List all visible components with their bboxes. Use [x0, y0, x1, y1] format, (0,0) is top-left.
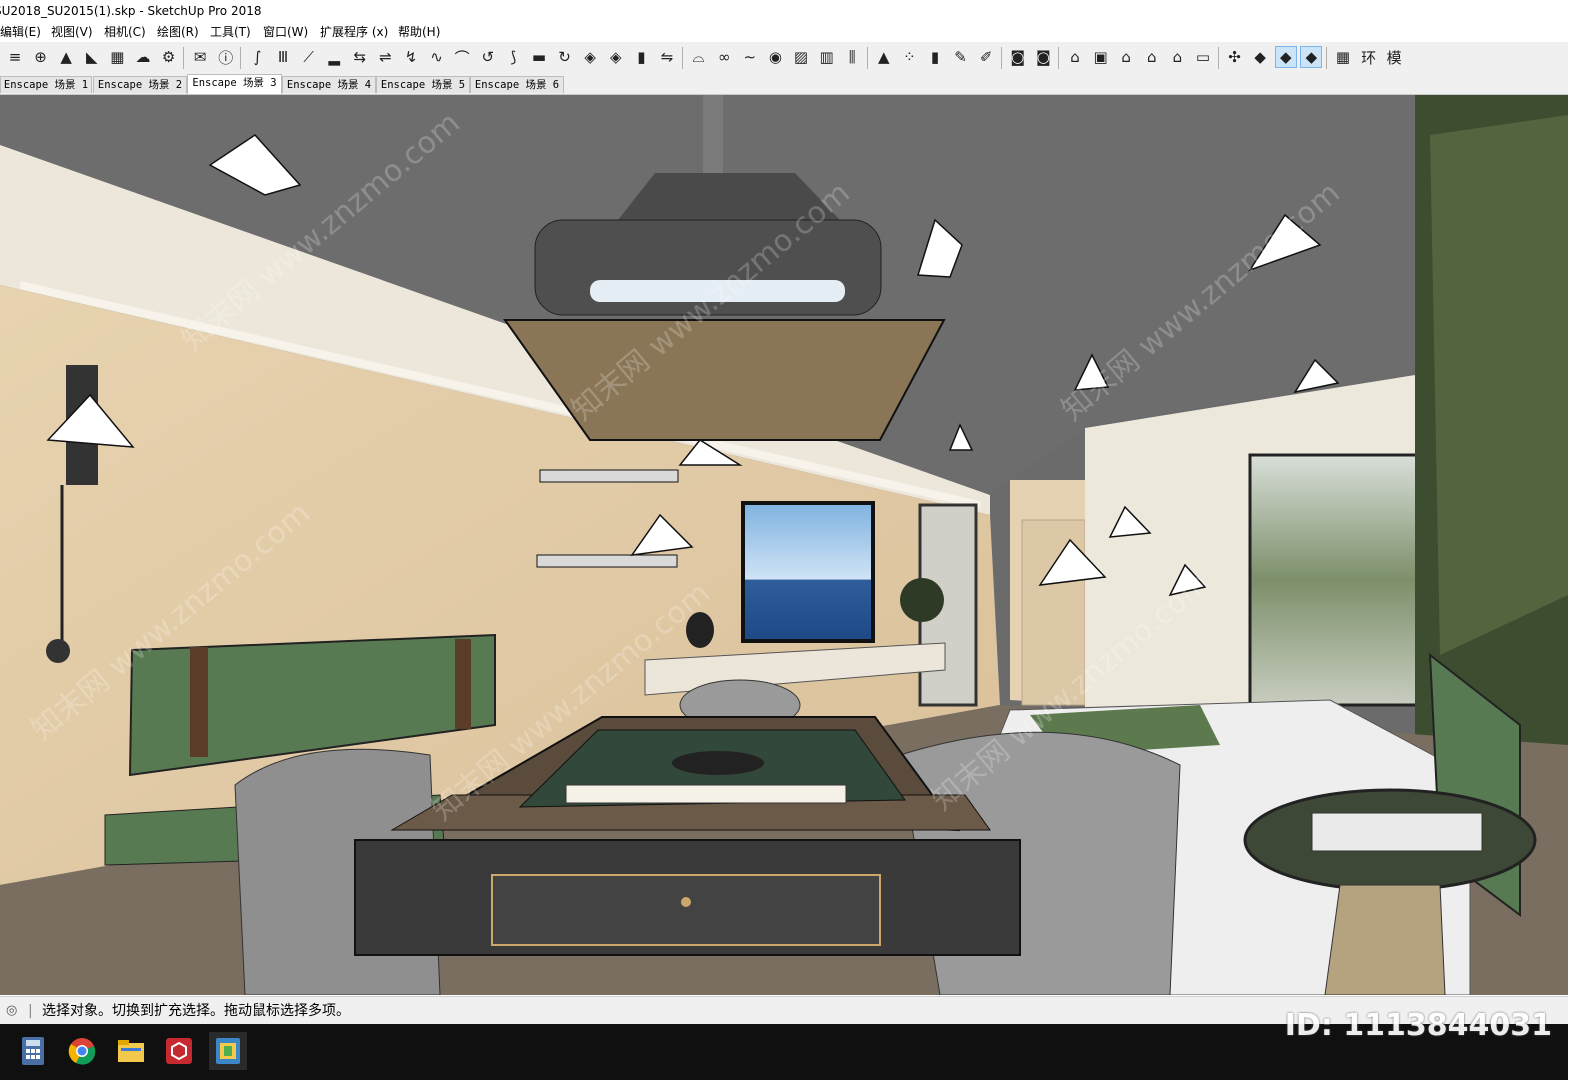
cube-select-icon[interactable]: ◆ [1274, 46, 1297, 68]
arch-icon[interactable]: ⌓ [688, 46, 710, 68]
toolbar-separator [240, 47, 242, 69]
column-icon[interactable]: Ⅲ [272, 46, 294, 68]
cube-move-icon[interactable]: ◆ [1300, 46, 1323, 68]
render-settings-icon[interactable]: ◙ [1032, 46, 1054, 68]
flip-icon[interactable]: ⇋ [656, 46, 678, 68]
menu-extensions[interactable]: 扩展程序 (x) [320, 22, 388, 42]
colonnade-icon[interactable]: ⫼ [841, 46, 863, 68]
toolbar-separator [1326, 47, 1327, 69]
model-icon[interactable]: 模 [1383, 46, 1405, 68]
add-circle-icon[interactable]: ⊕ [30, 46, 52, 68]
house-front-icon[interactable]: ⌂ [1064, 46, 1086, 68]
checker-material-icon[interactable]: ▦ [106, 46, 128, 68]
render-icon[interactable]: ◙ [1007, 46, 1029, 68]
hatch-icon[interactable]: ▨ [790, 46, 812, 68]
swap-icon[interactable]: ⇆ [349, 46, 371, 68]
home-outline-icon[interactable]: ⌂ [1166, 46, 1188, 68]
toolbar-separator [1058, 47, 1059, 69]
title-bar: SU2018_SU2015(1).skp - SketchUp Pro 2018 [0, 0, 1568, 22]
menu-draw[interactable]: 绘图(R) [157, 22, 199, 42]
info-icon[interactable]: ⓘ [215, 46, 237, 68]
status-info-icon[interactable]: ◎ [6, 997, 17, 1025]
path-icon[interactable]: ⟆ [502, 46, 524, 68]
brush-icon[interactable]: ✐ [975, 46, 997, 68]
gear-icon[interactable]: ⚙ [158, 46, 180, 68]
book-icon[interactable]: ▮ [924, 46, 946, 68]
toolbar-separator [1217, 47, 1219, 69]
stairs-icon[interactable]: ⟋ [298, 46, 320, 68]
tab-scene-3[interactable]: Enscape 场景 3 [187, 74, 282, 94]
chrome-icon[interactable] [63, 1032, 101, 1070]
menu-camera[interactable]: 相机(C) [104, 22, 146, 42]
tube-icon[interactable]: ▬ [528, 46, 550, 68]
layer-stack-icon[interactable]: ≡ [4, 46, 26, 68]
arc-icon[interactable]: ⌒ [451, 46, 473, 68]
loop-icon[interactable]: ↺ [477, 46, 499, 68]
landscape-icon[interactable]: ◣ [81, 46, 103, 68]
box-icon[interactable]: ▣ [1090, 46, 1112, 68]
menu-help[interactable]: 帮助(H) [398, 22, 440, 42]
tab-scene-4[interactable]: Enscape 场景 4 [282, 76, 376, 93]
door-icon[interactable]: ▮ [630, 46, 652, 68]
bar-steps-icon[interactable]: ▂ [323, 46, 345, 68]
tab-scene-6[interactable]: Enscape 场景 6 [470, 76, 564, 93]
cloud-upload-icon[interactable]: ☁ [132, 46, 154, 68]
menu-tools[interactable]: 工具(T) [210, 22, 251, 42]
tab-scene-1[interactable]: Enscape 场景 1 [0, 76, 92, 93]
curve-icon[interactable]: ↯ [400, 46, 422, 68]
mail-icon[interactable]: ✉ [189, 46, 211, 68]
chain-icon[interactable]: ∞ [713, 46, 735, 68]
app-icon[interactable] [209, 1032, 247, 1070]
cube-blue-icon[interactable]: ◆ [1249, 46, 1271, 68]
toolbar-separator [183, 47, 185, 69]
rotate-icon[interactable]: ↻ [554, 46, 576, 68]
triangle-icon[interactable]: ▲ [873, 46, 895, 68]
tab-scene-5[interactable]: Enscape 场景 5 [376, 76, 470, 93]
toolbar-separator [866, 47, 868, 69]
garage-icon[interactable]: ▭ [1192, 46, 1214, 68]
menu-edit[interactable]: 编辑(E) [0, 22, 41, 42]
line-sweep-icon[interactable]: ⇌ [374, 46, 396, 68]
toolbar-separator [681, 47, 683, 69]
tab-scene-2[interactable]: Enscape 场景 2 [93, 76, 187, 93]
scene-tabs: Enscape 场景 1 Enscape 场景 2 Enscape 场景 3 E… [0, 74, 1568, 95]
menu-window[interactable]: 窗口(W) [263, 22, 308, 42]
toolbar-separator [1000, 47, 1002, 69]
fence-icon[interactable]: ▥ [816, 46, 838, 68]
table-icon[interactable]: ▦ [1332, 46, 1354, 68]
toolbar: ≡ ⊕ ▲ ◣ ▦ ☁ ⚙ ✉ ⓘ ∫ Ⅲ ⟋ ▂ ⇆ ⇌ ↯ ∿ ⌒ ↺ ⟆ ▬ ↻ ◈ ◈ ▮ ⇋ ⌓ ∞ ∼ ◉ ▨ ▥ ⫼ ▲ ⁘ ▮ ✎ ✐ ◙ ◙… [0, 42, 1568, 75]
status-divider-icon: | [28, 1003, 33, 1019]
menu-view[interactable]: 视图(V) [51, 22, 93, 42]
axes-icon[interactable]: ✣ [1224, 46, 1246, 68]
tree-icon[interactable]: ▲ [55, 46, 77, 68]
ring-icon[interactable]: 环 [1358, 46, 1380, 68]
menu-bar: 编辑(E) 视图(V) 相机(C) 绘图(R) 工具(T) 窗口(W) 扩展程序… [0, 22, 1568, 42]
calculator-icon[interactable] [14, 1032, 52, 1070]
window-title: SU2018_SU2015(1).skp - SketchUp Pro 2018 [0, 4, 262, 18]
home-icon[interactable]: ⌂ [1115, 46, 1137, 68]
spiral-icon[interactable]: ◉ [764, 46, 786, 68]
pen-icon[interactable]: ✎ [950, 46, 972, 68]
squiggle-icon[interactable]: ∼ [739, 46, 761, 68]
file-explorer-icon[interactable] [112, 1032, 150, 1070]
grid-icon[interactable]: ⁘ [898, 46, 920, 68]
status-text: 选择对象。切换到扩充选择。拖动鼠标选择多项。 [42, 1003, 350, 1019]
wave-icon[interactable]: ∿ [426, 46, 448, 68]
sandbox-icon[interactable]: ∫ [246, 46, 268, 68]
model-viewport[interactable]: 知末网 www.znzmo.com 知末网 www.znzmo.com 知末网 … [0, 95, 1568, 995]
watermark-id: ID: 1113844031 [1284, 1008, 1552, 1043]
roof-icon[interactable]: ⌂ [1141, 46, 1163, 68]
layer-copy-icon[interactable]: ◈ [605, 46, 627, 68]
layer-icon[interactable]: ◈ [579, 46, 601, 68]
sketchup-icon[interactable] [160, 1032, 198, 1070]
